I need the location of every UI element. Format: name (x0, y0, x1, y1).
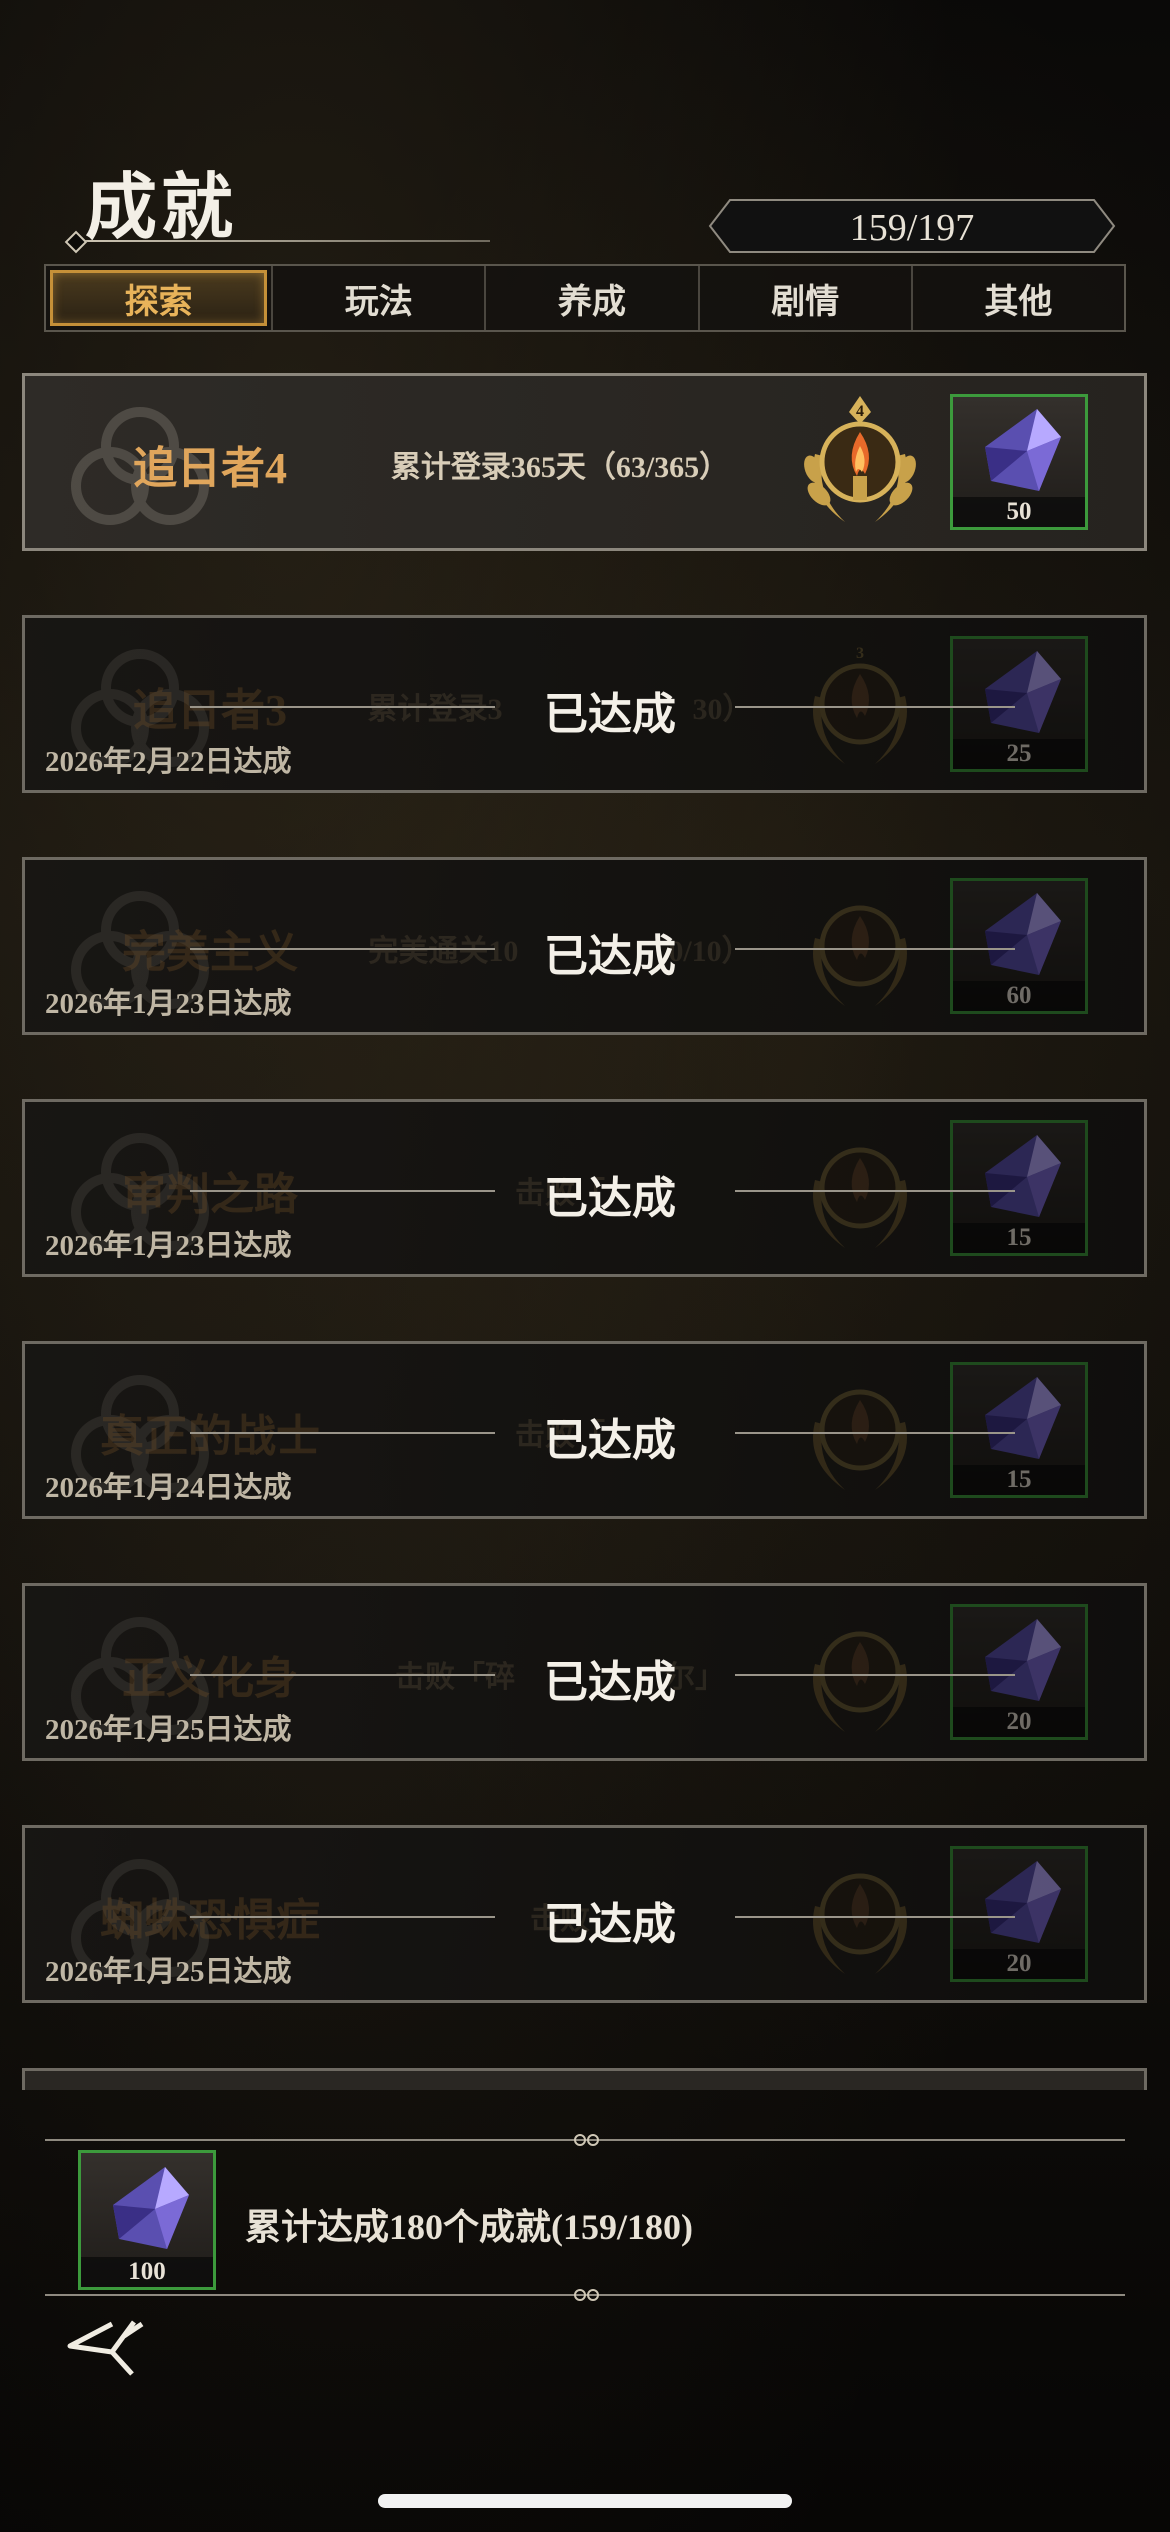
reward-quantity: 50 (953, 497, 1085, 527)
completed-label: 已达成 (544, 690, 676, 739)
tab-gameplay[interactable]: 玩法 (271, 266, 484, 330)
reward-quantity: 100 (81, 2257, 213, 2287)
achievement-progress-count: 159/197 (849, 207, 975, 249)
completed-line-left (190, 1916, 495, 1918)
category-tabs: 探索 玩法 养成 剧情 其他 (44, 264, 1126, 332)
completed-date: 2026年1月25日达成 (45, 1714, 292, 1746)
total-achievement-progress: 累计达成180个成就(159/180) (245, 2207, 693, 2247)
completed-line-left (190, 1674, 495, 1676)
achievement-card[interactable]: 真正的战士 击败「 15 已达成 2026年1月24日达成 (22, 1341, 1147, 1519)
completed-label: 已达成 (544, 1900, 676, 1949)
page-title: 成就 (85, 168, 238, 248)
achievement-description: 累计登录365天（63/365） (390, 451, 730, 484)
crystal-icon (113, 2167, 189, 2249)
home-indicator[interactable] (378, 2494, 792, 2508)
completed-line-right (735, 706, 1015, 708)
completed-label: 已达成 (544, 932, 676, 981)
medal-level: 4 (856, 403, 864, 420)
tab-growth[interactable]: 养成 (484, 266, 697, 330)
completed-date: 2026年1月24日达成 (45, 1472, 292, 1504)
completed-label: 已达成 (544, 1416, 676, 1465)
completed-line-left (190, 948, 495, 950)
completed-line-left (190, 1432, 495, 1434)
completed-line-right (735, 1190, 1015, 1192)
completed-label: 已达成 (544, 1174, 676, 1223)
reward-slot[interactable]: 50 (950, 394, 1088, 530)
back-arrow-icon[interactable] (62, 2312, 152, 2382)
completed-label: 已达成 (544, 1658, 676, 1707)
completed-line-left (190, 1190, 495, 1192)
tab-story[interactable]: 剧情 (697, 266, 911, 330)
achievement-card[interactable]: 正义化身 击败「碎 尔」 20 已达成 2026年1月25日达成 (22, 1583, 1147, 1761)
completed-date: 2026年1月25日达成 (45, 1956, 292, 1988)
achievement-card[interactable]: 审判之路 击败「 15 已达成 2026年1月23日达成 (22, 1099, 1147, 1277)
total-reward-slot[interactable]: 100 (78, 2150, 216, 2290)
achievement-progress-badge: 159/197 (708, 198, 1116, 254)
achievement-card[interactable]: 完美主义 完美通关10 0/10） 60 已达成 2026年1月23日达成 (22, 857, 1147, 1035)
completed-line-right (735, 1432, 1015, 1434)
title-underline (70, 240, 490, 242)
achievement-card[interactable]: 追日者4 累计登录365天（63/365） 4 50 (22, 373, 1147, 551)
completed-line-left (190, 706, 495, 708)
achievement-name: 追日者4 (133, 444, 287, 493)
completed-line-right (735, 1674, 1015, 1676)
bottom-separator-bottom (45, 2289, 1125, 2301)
completed-date: 2026年1月23日达成 (45, 1230, 292, 1262)
bottom-separator-top (45, 2134, 1125, 2146)
completed-date: 2026年2月22日达成 (45, 746, 292, 778)
achievement-card-partial[interactable] (22, 2068, 1147, 2090)
achievement-card[interactable]: 追日者3 累计登录3 30） 3 25 已达成 2026年2月22日达成 (22, 615, 1147, 793)
tab-explore[interactable]: 探索 (50, 270, 268, 326)
achievement-card[interactable]: 蜘蛛恐惧症 击败 20 已达成 2026年1月25日达成 (22, 1825, 1147, 2003)
crystal-icon (985, 409, 1061, 491)
laurel-torch-medal-icon: 4 (804, 396, 916, 522)
completed-line-right (735, 1916, 1015, 1918)
tab-other[interactable]: 其他 (910, 266, 1124, 330)
completed-date: 2026年1月23日达成 (45, 988, 292, 1020)
completed-line-right (735, 948, 1015, 950)
